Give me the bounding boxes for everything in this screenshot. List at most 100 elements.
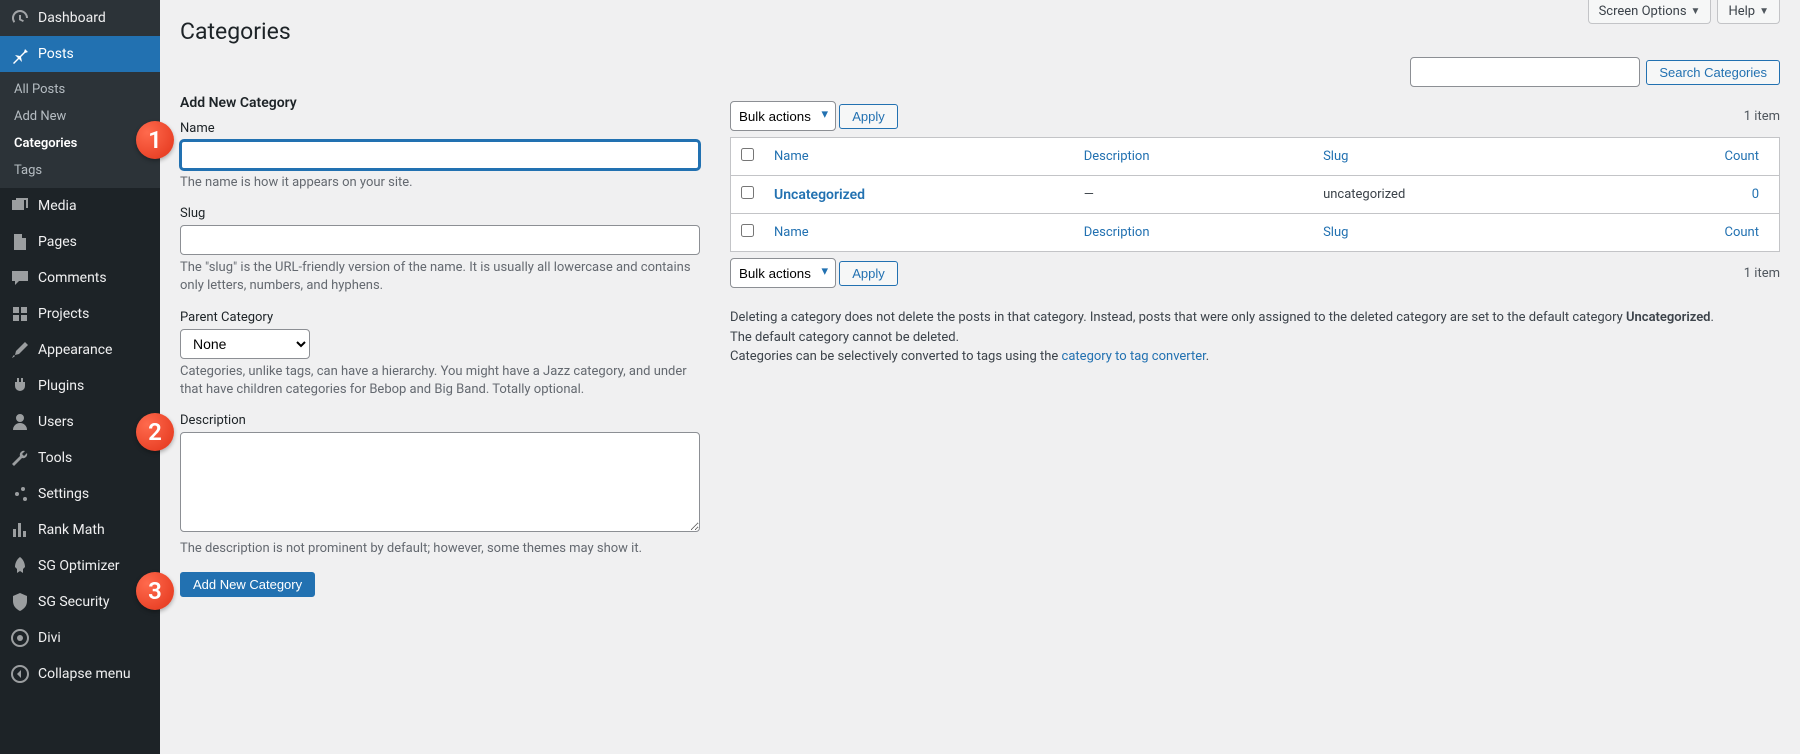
menu-posts-label: Posts — [38, 46, 74, 62]
shield-icon — [10, 592, 30, 612]
menu-pages[interactable]: Pages — [0, 224, 160, 260]
col-count-head: Count — [1598, 138, 1779, 176]
menu-settings-label: Settings — [38, 486, 89, 502]
menu-appearance[interactable]: Appearance — [0, 332, 160, 368]
col-name-link-foot[interactable]: Name — [774, 225, 809, 240]
note-default-cat: Uncategorized — [1626, 310, 1711, 325]
menu-tools[interactable]: Tools — [0, 440, 160, 476]
help-tab[interactable]: Help ▼ — [1717, 0, 1780, 24]
apply-bulk-top[interactable]: Apply — [839, 104, 898, 129]
menu-comments[interactable]: Comments — [0, 260, 160, 296]
chart-icon — [10, 520, 30, 540]
comment-icon — [10, 268, 30, 288]
col-slug-link-foot[interactable]: Slug — [1323, 225, 1348, 240]
menu-settings[interactable]: Settings — [0, 476, 160, 512]
top-tabs: Screen Options ▼ Help ▼ — [1588, 0, 1780, 24]
submenu-tags[interactable]: Tags — [0, 157, 160, 184]
row-checkbox[interactable] — [741, 186, 754, 199]
tablenav-bottom: Bulk actions Apply 1 item — [730, 258, 1780, 288]
menu-posts[interactable]: Posts — [0, 36, 160, 72]
menu-media-label: Media — [38, 198, 77, 214]
search-row: Search Categories — [180, 57, 1780, 87]
row-name-link[interactable]: Uncategorized — [774, 187, 865, 203]
wrench-icon — [10, 448, 30, 468]
menu-dashboard[interactable]: Dashboard — [0, 0, 160, 36]
menu-collapse[interactable]: Collapse menu — [0, 656, 160, 692]
menu-sg-optimizer-label: SG Optimizer — [38, 558, 119, 574]
step-badge-1: 1 — [136, 121, 174, 159]
col-count-link-foot[interactable]: Count — [1725, 225, 1759, 240]
col-description-link[interactable]: Description — [1084, 149, 1150, 164]
item-count-top: 1 item — [1744, 109, 1780, 124]
description-textarea[interactable] — [180, 432, 700, 532]
col-description-link-foot[interactable]: Description — [1084, 225, 1150, 240]
main-content: Screen Options ▼ Help ▼ Categories Searc… — [160, 0, 1800, 754]
note-line2a: Categories can be selectively converted … — [730, 349, 1062, 364]
slug-field: Slug The "slug" is the URL-friendly vers… — [180, 206, 700, 295]
bulk-actions-bottom[interactable]: Bulk actions — [730, 258, 836, 288]
submit-row: 3 Add New Category — [180, 572, 700, 597]
apply-bulk-bottom[interactable]: Apply — [839, 261, 898, 286]
chevron-down-icon: ▼ — [1759, 6, 1769, 17]
col-name-head: Name — [764, 138, 1074, 176]
page-icon — [10, 232, 30, 252]
search-categories-input[interactable] — [1410, 57, 1640, 87]
menu-plugins[interactable]: Plugins — [0, 368, 160, 404]
name-help: The name is how it appears on your site. — [180, 174, 700, 192]
parent-field: Parent Category None Categories, unlike … — [180, 310, 700, 399]
slug-label: Slug — [180, 206, 700, 221]
category-to-tag-link[interactable]: category to tag converter — [1062, 349, 1206, 364]
add-new-category-button[interactable]: Add New Category — [180, 572, 315, 597]
menu-divi-label: Divi — [38, 630, 61, 646]
menu-sg-optimizer[interactable]: SG Optimizer — [0, 548, 160, 584]
bulk-actions-top[interactable]: Bulk actions — [730, 101, 836, 131]
menu-plugins-label: Plugins — [38, 378, 84, 394]
projects-icon — [10, 304, 30, 324]
description-field: 2 Description The description is not pro… — [180, 413, 700, 558]
plug-icon — [10, 376, 30, 396]
add-category-form: Add New Category 1 Name The name is how … — [180, 95, 700, 611]
step-badge-2: 2 — [136, 413, 174, 451]
col-count-link[interactable]: Count — [1725, 149, 1759, 164]
name-input[interactable] — [180, 140, 700, 170]
menu-media[interactable]: Media — [0, 188, 160, 224]
parent-label: Parent Category — [180, 310, 700, 325]
col-slug-head: Slug — [1313, 138, 1598, 176]
slug-input[interactable] — [180, 225, 700, 255]
admin-sidebar: Dashboard Posts All Posts Add New Catego… — [0, 0, 160, 754]
tablenav-top: Bulk actions Apply 1 item — [730, 101, 1780, 131]
submenu-add-new[interactable]: Add New — [0, 103, 160, 130]
screen-options-tab[interactable]: Screen Options ▼ — [1588, 0, 1712, 24]
categories-list-col: Bulk actions Apply 1 item Name Descripti… — [730, 95, 1780, 611]
parent-help: Categories, unlike tags, can have a hier… — [180, 363, 700, 399]
select-all-top[interactable] — [741, 148, 754, 161]
parent-select[interactable]: None — [180, 329, 310, 359]
dashboard-icon — [10, 8, 30, 28]
select-all-bottom[interactable] — [741, 224, 754, 237]
menu-pages-label: Pages — [38, 234, 77, 250]
row-count-link[interactable]: 0 — [1752, 187, 1759, 202]
note-line2b: . — [1206, 349, 1209, 364]
menu-comments-label: Comments — [38, 270, 107, 286]
menu-projects[interactable]: Projects — [0, 296, 160, 332]
submenu-all-posts[interactable]: All Posts — [0, 76, 160, 103]
note-line1a: Deleting a category does not delete the … — [730, 310, 1626, 325]
col-name-link[interactable]: Name — [774, 149, 809, 164]
item-count-bottom: 1 item — [1744, 266, 1780, 281]
description-help: The description is not prominent by defa… — [180, 540, 700, 558]
search-categories-button[interactable]: Search Categories — [1646, 60, 1780, 85]
delete-note: Deleting a category does not delete the … — [730, 308, 1730, 367]
user-icon — [10, 412, 30, 432]
collapse-icon — [10, 664, 30, 684]
menu-appearance-label: Appearance — [38, 342, 112, 358]
menu-divi[interactable]: Divi — [0, 620, 160, 656]
menu-users-label: Users — [38, 414, 74, 430]
divi-icon — [10, 628, 30, 648]
name-label: Name — [180, 121, 700, 136]
col-description-head: Description — [1074, 138, 1313, 176]
menu-projects-label: Projects — [38, 306, 89, 322]
col-slug-link[interactable]: Slug — [1323, 149, 1348, 164]
menu-rank-math[interactable]: Rank Math — [0, 512, 160, 548]
brush-icon — [10, 340, 30, 360]
form-heading: Add New Category — [180, 95, 700, 111]
